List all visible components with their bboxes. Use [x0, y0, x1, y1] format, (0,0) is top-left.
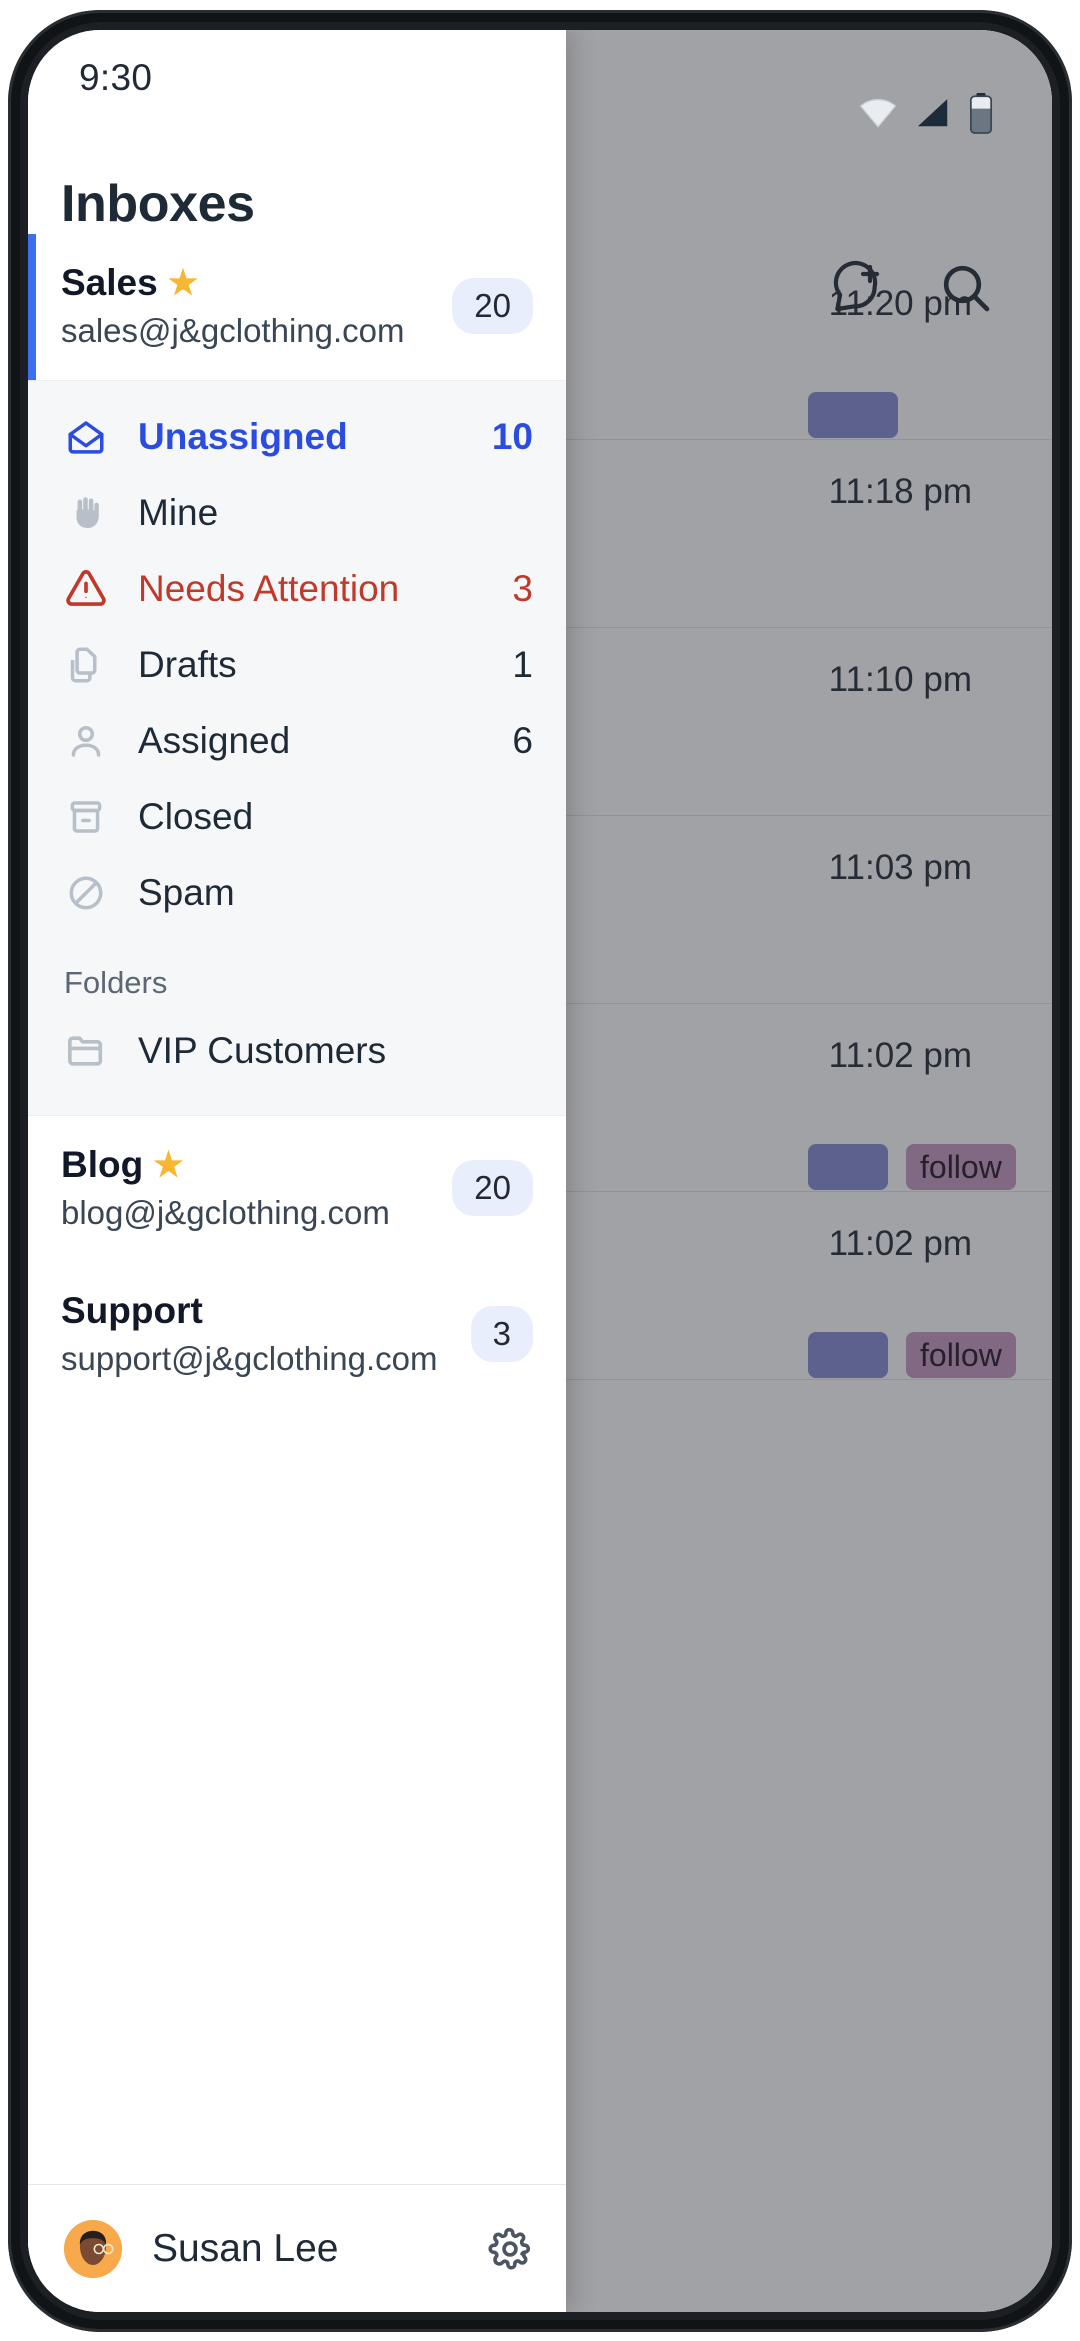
inboxes-drawer: 9:30 Inboxes Sales ★ sales@j&gclothing.c…: [28, 30, 566, 2312]
account-name: Support: [61, 1290, 203, 1332]
folders-section-header: Folders: [64, 965, 168, 1001]
sidebar-item-count: 1: [512, 644, 533, 686]
open-envelope-icon: [64, 415, 108, 459]
sidebar-item-closed[interactable]: Closed: [28, 779, 566, 855]
inbox-account-blog[interactable]: Blog ★ blog@j&gclothing.com 20: [28, 1116, 566, 1263]
sidebar-item-label: Spam: [138, 872, 235, 914]
sidebar-item-unassigned[interactable]: Unassigned 10: [28, 399, 566, 475]
avatar[interactable]: [64, 2219, 122, 2278]
account-email: blog@j&gclothing.com: [61, 1193, 390, 1231]
phone-device: 11:20 pm a… 11:18 pm t… 11:10 pm o…: [0, 0, 1080, 2341]
inbox-account-sales[interactable]: Sales ★ sales@j&gclothing.com 20: [28, 234, 566, 381]
status-badge: 3: [470, 1306, 533, 1363]
battery-icon: [968, 92, 994, 134]
sidebar-item-needs-attention[interactable]: Needs Attention 3: [28, 551, 566, 627]
device-bezel: 11:20 pm a… 11:18 pm t… 11:10 pm o…: [8, 10, 1072, 2332]
account-info: Blog ★ blog@j&gclothing.com: [61, 1144, 390, 1232]
status-badge: 20: [452, 278, 533, 335]
status-bar-clock: 9:30: [79, 57, 153, 98]
sidebar-item-mine[interactable]: Mine: [28, 475, 566, 551]
sidebar-item-label: Unassigned: [138, 416, 348, 458]
page-title: Inboxes: [61, 175, 255, 233]
raised-hand-icon: [64, 491, 108, 535]
inbox-account-support[interactable]: Support support@j&gclothing.com 3: [28, 1262, 566, 1409]
sidebar-item-label: Closed: [138, 796, 254, 838]
status-badge: 20: [452, 1160, 533, 1217]
account-name: Blog: [61, 1144, 144, 1186]
star-icon: ★: [167, 263, 199, 302]
drawer-scroll-area[interactable]: Sales ★ sales@j&gclothing.com 20 Unassig…: [28, 234, 566, 2184]
folder-icon: [64, 1029, 108, 1073]
sidebar-item-label: Mine: [138, 492, 219, 534]
sidebar-item-count: 10: [491, 416, 533, 458]
status-bar-icons: [858, 92, 994, 134]
cellular-signal-icon: [914, 94, 952, 132]
archive-box-icon: [64, 795, 108, 839]
person-icon: [64, 719, 108, 763]
user-bar: Susan Lee: [28, 2184, 566, 2312]
sidebar-item-vip-customers[interactable]: VIP Customers: [28, 1013, 566, 1089]
inbox-folder-list: Unassigned 10 Mine Needs Attention 3 Dra…: [28, 380, 566, 1117]
wifi-icon: [858, 93, 898, 133]
sidebar-item-spam[interactable]: Spam: [28, 855, 566, 931]
user-name: Susan Lee: [152, 2226, 339, 2270]
device-screen: 11:20 pm a… 11:18 pm t… 11:10 pm o…: [28, 30, 1052, 2312]
sidebar-item-count: 6: [512, 720, 533, 762]
device-bezel-inner: 11:20 pm a… 11:18 pm t… 11:10 pm o…: [20, 22, 1060, 2320]
sidebar-item-label: Assigned: [138, 720, 291, 762]
account-email: sales@j&gclothing.com: [61, 311, 405, 349]
account-email: support@j&gclothing.com: [61, 1339, 438, 1377]
sidebar-item-assigned[interactable]: Assigned 6: [28, 703, 566, 779]
sidebar-item-drafts[interactable]: Drafts 1: [28, 627, 566, 703]
documents-copy-icon: [64, 643, 108, 687]
account-name-row: Sales ★: [61, 262, 405, 305]
sidebar-item-label: Needs Attention: [138, 568, 400, 610]
account-info: Support support@j&gclothing.com: [61, 1290, 438, 1378]
account-name-row: Blog ★: [61, 1144, 390, 1187]
ban-circle-icon: [64, 871, 108, 915]
sidebar-item-label: Drafts: [138, 644, 237, 686]
account-name: Sales: [61, 262, 158, 303]
star-icon: ★: [153, 1145, 184, 1184]
gear-icon[interactable]: [487, 2226, 533, 2272]
account-name-row: Support: [61, 1290, 438, 1333]
sidebar-item-label: VIP Customers: [138, 1030, 387, 1072]
status-bar: 9:30: [28, 30, 566, 126]
warning-triangle-icon: [64, 567, 108, 611]
account-info: Sales ★ sales@j&gclothing.com: [61, 262, 405, 350]
sidebar-item-count: 3: [512, 568, 533, 610]
